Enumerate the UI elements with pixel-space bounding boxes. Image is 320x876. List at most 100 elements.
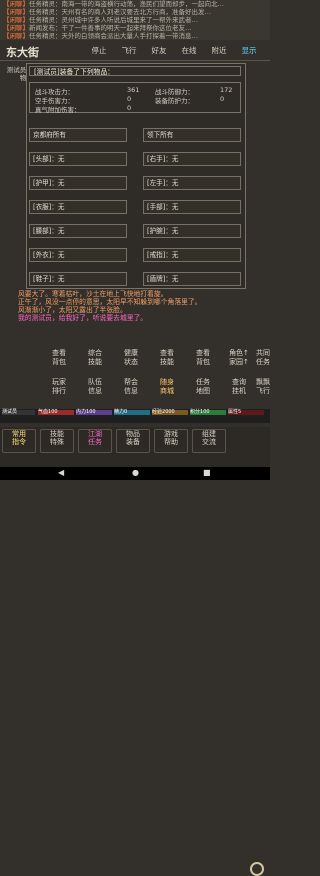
status-label: 精力 bbox=[114, 409, 125, 415]
status-value: 5 bbox=[238, 409, 242, 415]
slot-shield[interactable]: [盾牌]：无 bbox=[143, 272, 241, 286]
cmd-8[interactable]: 玩家 排行 bbox=[42, 378, 76, 396]
news-line-5: 【闲聊】任务精灵：天外的白领商会派出大量人手打探着一带消息… bbox=[0, 32, 270, 40]
cmd-5[interactable]: 查看 背包 bbox=[186, 349, 220, 367]
slot-wrist[interactable]: [护腕]：无 bbox=[143, 224, 241, 238]
tab-common-commands[interactable]: 常用 指令 bbox=[2, 429, 36, 453]
tab-line: 江湖 bbox=[88, 430, 102, 438]
news-line-1: 【闲聊】任务精灵：南海一带的海盗横行动荡，渔民们望而却步，一起向北… bbox=[0, 0, 270, 8]
cmd-11[interactable]: 随身 商城 bbox=[150, 378, 184, 396]
slot-owner-left[interactable]: 京都府所有 bbox=[29, 128, 127, 142]
status-label: 经验 bbox=[152, 409, 163, 415]
stat-value: 361 bbox=[127, 86, 140, 94]
slot-head[interactable]: [头部]：无 bbox=[29, 152, 127, 166]
news-text: 任务精灵：南海一带的海盗横行动荡，渔民们望而却步，一起向北… bbox=[29, 0, 224, 8]
settings-gear-icon[interactable] bbox=[250, 862, 264, 876]
slot-waist[interactable]: [腰部]：无 bbox=[29, 224, 127, 238]
slot-cloth[interactable]: [衣服]：无 bbox=[29, 200, 127, 214]
action-nearby[interactable]: 附近 bbox=[204, 45, 234, 56]
slot-right-hand[interactable]: [右手]：无 bbox=[143, 152, 241, 166]
cmd-line: 查看 bbox=[160, 349, 174, 357]
slot-ring[interactable]: [戒指]：无 bbox=[143, 248, 241, 262]
cmd-14[interactable]: 飘飘 飞行 bbox=[246, 378, 280, 396]
home-icon[interactable]: ● bbox=[132, 469, 139, 477]
cmd-line: 综合 bbox=[88, 349, 102, 357]
news-line-4: 【闲聊】新闻发布：干了一件善事的明天一起来拜祭你这位老友… bbox=[0, 24, 270, 32]
tab-line: 组建 bbox=[202, 430, 216, 438]
action-fly[interactable]: 飞行 bbox=[114, 45, 144, 56]
stat-row-3: 真气附加伤害： 0 bbox=[35, 104, 240, 114]
status-value: 2000 bbox=[162, 409, 175, 415]
news-text: 任务精灵：天外的白领商会派出大量人手打探着一带消息… bbox=[29, 32, 198, 40]
stat-value: 0 bbox=[220, 95, 225, 103]
cmd-7[interactable]: 共同 任务 bbox=[246, 349, 280, 367]
cmd-line: 信息 bbox=[88, 387, 102, 395]
cmd-line: 队伍 bbox=[88, 378, 102, 386]
back-icon[interactable]: ◀ bbox=[58, 469, 64, 477]
cmd-10[interactable]: 帮会 信息 bbox=[114, 378, 148, 396]
slot-shoes[interactable]: [鞋子]：无 bbox=[29, 272, 127, 286]
cmd-line: 状态 bbox=[124, 358, 138, 366]
cmd-line: 玩家 bbox=[52, 378, 66, 386]
slot-owner-right[interactable]: 领下所有 bbox=[143, 128, 241, 142]
status-hp: 气血100 bbox=[38, 410, 74, 415]
tab-skills[interactable]: 技能 特殊 bbox=[40, 429, 74, 453]
status-value: 100 bbox=[86, 409, 96, 415]
story-line-1: 风要大了。寒着枯叶，沙土在地上飞快地打着旋。 bbox=[18, 290, 168, 298]
tab-items[interactable]: 物品 装备 bbox=[116, 429, 150, 453]
cmd-line: 飞行 bbox=[256, 387, 270, 395]
cmd-line: 背包 bbox=[52, 358, 66, 366]
stat-value: 0 bbox=[127, 104, 132, 112]
slot-outer[interactable]: [外衣]：无 bbox=[29, 248, 127, 262]
top-actions: 停止 飞行 好友 在线 附近 显示 bbox=[84, 45, 264, 56]
cmd-line: 任务 bbox=[196, 378, 210, 386]
tab-line: 特殊 bbox=[50, 438, 64, 446]
tab-line: 帮助 bbox=[164, 438, 178, 446]
news-feed: 【闲聊】任务精灵：南海一带的海盗横行动荡，渔民们望而却步，一起向北… 【闲聊】任… bbox=[0, 0, 270, 40]
tab-line: 游戏 bbox=[164, 430, 178, 438]
stat-row-1: 战斗攻击力： 361 战斗防御力： 172 bbox=[35, 86, 240, 96]
cmd-line: 共同 bbox=[256, 349, 270, 357]
android-nav-bar: ◀ ● ■ bbox=[0, 467, 270, 480]
cmd-2[interactable]: 综合 技能 bbox=[78, 349, 112, 367]
action-stop[interactable]: 停止 bbox=[84, 45, 114, 56]
tab-quests[interactable]: 江湖 任务 bbox=[78, 429, 112, 453]
action-friends[interactable]: 好友 bbox=[144, 45, 174, 56]
slot-armor[interactable]: [护甲]：无 bbox=[29, 176, 127, 190]
cmd-12[interactable]: 任务 地图 bbox=[186, 378, 220, 396]
stat-value: 172 bbox=[220, 86, 233, 94]
slot-left-hand[interactable]: [左手]：无 bbox=[143, 176, 241, 190]
status-stamina: 精力0 bbox=[114, 410, 150, 415]
tab-line: 指令 bbox=[12, 438, 26, 446]
news-line-2: 【闲聊】任务精灵：天州有名的商人刘老汉要去北方行商，准备好出发… bbox=[0, 8, 270, 16]
status-label: 积分 bbox=[190, 409, 201, 415]
news-text: 新闻发布：干了一件善事的明天一起来拜祭你这位老友… bbox=[29, 24, 192, 32]
news-tag: 【闲聊】 bbox=[3, 24, 29, 32]
cmd-1[interactable]: 查看 背包 bbox=[42, 349, 76, 367]
news-tag: 【闲聊】 bbox=[3, 8, 29, 16]
cmd-line: 技能 bbox=[88, 358, 102, 366]
cmd-4[interactable]: 查看 技能 bbox=[150, 349, 184, 367]
tab-line: 物品 bbox=[126, 430, 140, 438]
cmd-9[interactable]: 队伍 信息 bbox=[78, 378, 112, 396]
cmd-line: 随身 bbox=[160, 378, 174, 386]
recent-apps-icon[interactable]: ■ bbox=[203, 469, 211, 477]
location-bar: 东大街 停止 飞行 好友 在线 附近 显示 bbox=[0, 42, 270, 61]
action-online[interactable]: 在线 bbox=[174, 45, 204, 56]
cmd-line: 商城 bbox=[160, 387, 174, 395]
status-row: 测试员 气血100 内力100 精力0 经验2000 积分100 属性5 bbox=[0, 409, 270, 423]
status-value: 100 bbox=[48, 409, 58, 415]
tab-social[interactable]: 组建 交流 bbox=[192, 429, 226, 453]
status-value: 100 bbox=[200, 409, 210, 415]
cmd-3[interactable]: 健康 状态 bbox=[114, 349, 148, 367]
story-line-2: 正午了，风没一点停的意思，太阳早不知躲到哪个角落里了。 bbox=[18, 298, 202, 306]
cmd-line: 排行 bbox=[52, 387, 66, 395]
slot-hand[interactable]: [手部]：无 bbox=[143, 200, 241, 214]
tab-help[interactable]: 游戏 帮助 bbox=[154, 429, 188, 453]
news-text: 任务精灵：灵州城中许多人听说后城里来了一帮外来武者… bbox=[29, 16, 198, 24]
cmd-line: 任务 bbox=[256, 358, 270, 366]
action-show[interactable]: 显示 bbox=[234, 45, 264, 56]
cmd-line: 查询 bbox=[232, 378, 246, 386]
equipment-title: [测试员]装备了下列物品： bbox=[29, 66, 241, 76]
status-player: 测试员 bbox=[2, 410, 35, 415]
